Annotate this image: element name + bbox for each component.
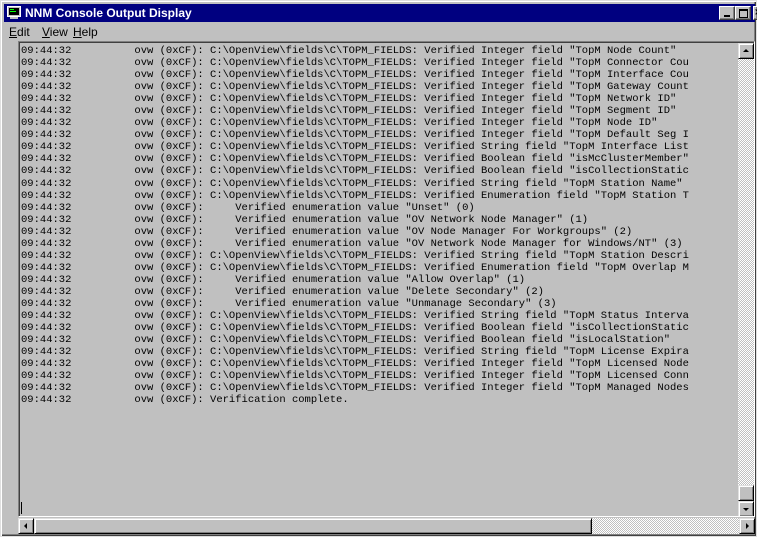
minimize-button[interactable] (719, 6, 735, 20)
log-line: 09:44:32 ovw (0xCF): C:\OpenView\fields\… (21, 129, 689, 142)
log-line: 09:44:32 ovw (0xCF): C:\OpenView\fields\… (21, 141, 689, 154)
arrow-up-icon (743, 49, 749, 52)
log-line: 09:44:32 ovw (0xCF): C:\OpenView\fields\… (21, 249, 689, 262)
console-output[interactable]: 09:44:32 ovw (0xCF): C:\OpenView\fields\… (18, 41, 755, 517)
vertical-scroll-thumb[interactable] (738, 485, 754, 501)
maximize-button[interactable] (735, 6, 751, 20)
terminal-window-icon (7, 6, 21, 19)
scroll-up-button[interactable] (738, 43, 754, 59)
log-line: 09:44:32 ovw (0xCF): Verified enumeratio… (21, 225, 633, 238)
vertical-scrollbar[interactable] (738, 43, 754, 516)
maximize-icon (739, 9, 748, 18)
log-line: 09:44:32 ovw (0xCF): C:\OpenView\fields\… (21, 165, 689, 178)
log-line: 09:44:32 ovw (0xCF): C:\OpenView\fields\… (21, 346, 689, 359)
log-line: 09:44:32 ovw (0xCF): C:\OpenView\fields\… (21, 45, 677, 57)
title-bar[interactable]: NNM Console Output Display × (4, 4, 757, 22)
close-button[interactable]: × (753, 6, 757, 20)
log-line: 09:44:32 ovw (0xCF): C:\OpenView\fields\… (21, 117, 658, 130)
console-client-area: 09:44:32 ovw (0xCF): C:\OpenView\fields\… (18, 41, 755, 535)
arrow-down-icon (743, 508, 749, 511)
arrow-left-icon (24, 523, 27, 529)
scroll-left-button[interactable] (18, 518, 34, 534)
console-window: NNM Console Output Display × Edit View H… (0, 0, 757, 537)
log-line: 09:44:32 ovw (0xCF): C:\OpenView\fields\… (21, 261, 689, 274)
log-line: 09:44:32 ovw (0xCF): Verified enumeratio… (21, 237, 683, 250)
horizontal-scroll-thumb[interactable] (34, 518, 592, 534)
log-line: 09:44:32 ovw (0xCF): C:\OpenView\fields\… (21, 189, 689, 202)
log-line: 09:44:32 ovw (0xCF): C:\OpenView\fields\… (21, 153, 689, 166)
log-line: 09:44:32 ovw (0xCF): Verified enumeratio… (21, 201, 475, 214)
log-line: 09:44:32 ovw (0xCF): C:\OpenView\fields\… (21, 382, 689, 395)
menu-edit[interactable]: Edit (7, 23, 32, 41)
log-line: 09:44:32 ovw (0xCF): C:\OpenView\fields\… (21, 358, 689, 371)
arrow-right-icon (746, 523, 749, 529)
log-line: 09:44:32 ovw (0xCF): C:\OpenView\fields\… (21, 334, 671, 347)
log-line: 09:44:32 ovw (0xCF): C:\OpenView\fields\… (21, 105, 677, 118)
log-lines: 09:44:32 ovw (0xCF): C:\OpenView\fields\… (21, 45, 737, 515)
menu-bar: Edit View Help (4, 23, 755, 41)
log-line: 09:44:32 ovw (0xCF): Verification comple… (21, 394, 349, 407)
minimize-icon (724, 15, 730, 17)
horizontal-scrollbar[interactable] (18, 518, 755, 534)
log-line: 09:44:32 ovw (0xCF): C:\OpenView\fields\… (21, 177, 683, 190)
text-caret (21, 502, 22, 514)
scroll-down-button[interactable] (738, 501, 754, 516)
menu-view[interactable]: View (40, 23, 70, 41)
log-line: 09:44:32 ovw (0xCF): C:\OpenView\fields\… (21, 310, 689, 323)
log-line: 09:44:32 ovw (0xCF): C:\OpenView\fields\… (21, 93, 677, 106)
log-line: 09:44:32 ovw (0xCF): Verified enumeratio… (21, 213, 589, 226)
log-line: 09:44:32 ovw (0xCF): C:\OpenView\fields\… (21, 81, 689, 94)
log-line: 09:44:32 ovw (0xCF): C:\OpenView\fields\… (21, 370, 689, 383)
window-title: NNM Console Output Display (25, 6, 192, 20)
log-line: 09:44:32 ovw (0xCF): Verified enumeratio… (21, 297, 557, 310)
scroll-right-button[interactable] (739, 518, 755, 534)
log-line: 09:44:32 ovw (0xCF): C:\OpenView\fields\… (21, 69, 689, 82)
menu-help[interactable]: Help (71, 23, 100, 41)
log-line: 09:44:32 ovw (0xCF): C:\OpenView\fields\… (21, 57, 689, 70)
log-line: 09:44:32 ovw (0xCF): C:\OpenView\fields\… (21, 322, 689, 335)
log-line: 09:44:32 ovw (0xCF): Verified enumeratio… (21, 285, 544, 298)
log-line: 09:44:32 ovw (0xCF): Verified enumeratio… (21, 273, 526, 286)
